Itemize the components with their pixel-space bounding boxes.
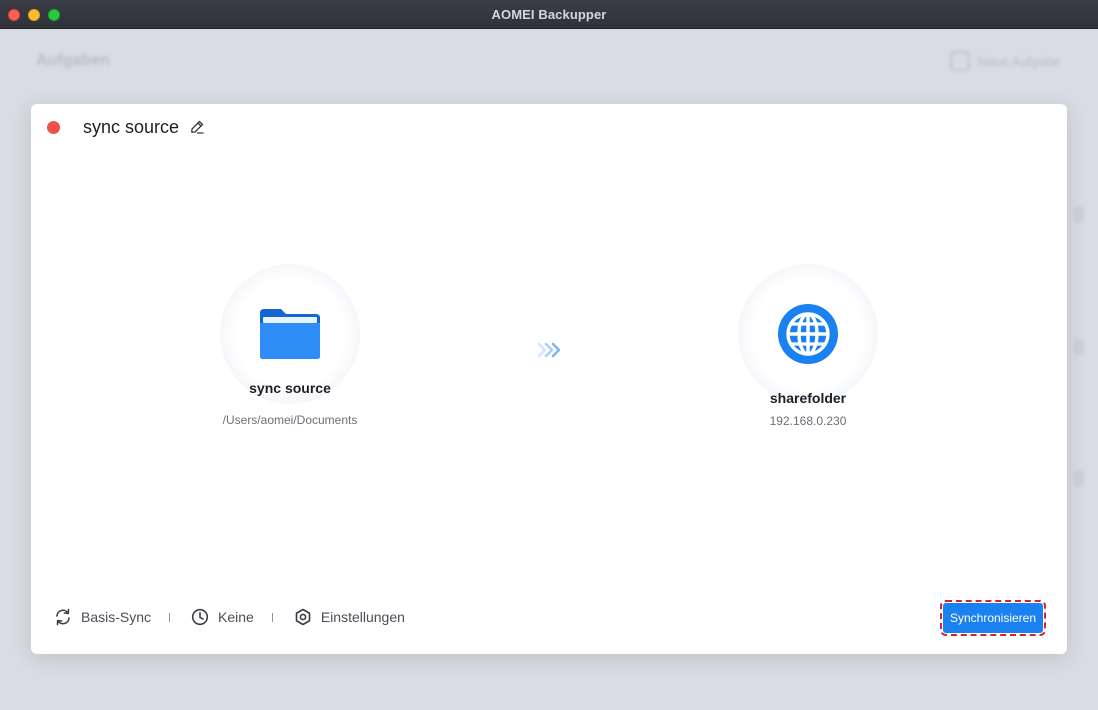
options-divider [271,612,273,622]
schedule-option[interactable]: Keine [190,607,254,627]
background-page-title: Aufgaben [36,52,110,69]
sync-mode-label: Basis-Sync [81,609,152,625]
options-divider [169,612,171,622]
source-path: /Users/aomei/Documents [222,413,358,427]
background-row-handle [1074,471,1084,487]
background-new-task-label: Neue Aufgabe [977,53,1060,69]
background-row-handle [1074,207,1084,223]
gear-icon [295,608,311,626]
source-name: sync source [249,380,331,396]
sync-icon [56,608,70,626]
sync-destination-node[interactable]: sharefolder 192.168.0.230 [733,264,883,428]
schedule-label: Keine [218,609,254,625]
window-close-button[interactable] [8,9,20,21]
settings-label: Einstellungen [320,609,405,625]
window-zoom-button[interactable] [48,9,60,21]
window-minimize-button[interactable] [28,9,40,21]
dialog-close-button[interactable] [47,121,60,134]
globe-icon [778,304,838,364]
folder-icon [260,309,320,359]
edit-icon[interactable] [189,119,205,135]
destination-address: 192.168.0.230 [769,414,847,428]
window-titlebar: AOMEI Backupper [0,0,1098,29]
clock-icon [191,608,209,626]
background-row-handle [1074,339,1084,355]
sync-direction-arrows-icon [537,342,561,358]
plus-icon [949,51,970,71]
sync-options-bar: Basis-Sync Keine Einstellungen [53,607,405,627]
sync-task-dialog: sync source sync source /Users/aomei/Doc… [31,104,1067,654]
window-controls [8,9,60,21]
settings-option[interactable]: Einstellungen [293,607,405,627]
sync-mode-option[interactable]: Basis-Sync [53,607,151,627]
background-new-task-button: Neue Aufgabe [949,51,1060,71]
task-name: sync source [83,117,180,137]
synchronize-button[interactable]: Synchronisieren [940,600,1046,636]
sync-source-node[interactable]: sync source /Users/aomei/Documents [215,264,365,427]
destination-name: sharefolder [769,390,847,406]
destination-icon-halo [738,264,878,404]
window-title: AOMEI Backupper [491,6,607,22]
